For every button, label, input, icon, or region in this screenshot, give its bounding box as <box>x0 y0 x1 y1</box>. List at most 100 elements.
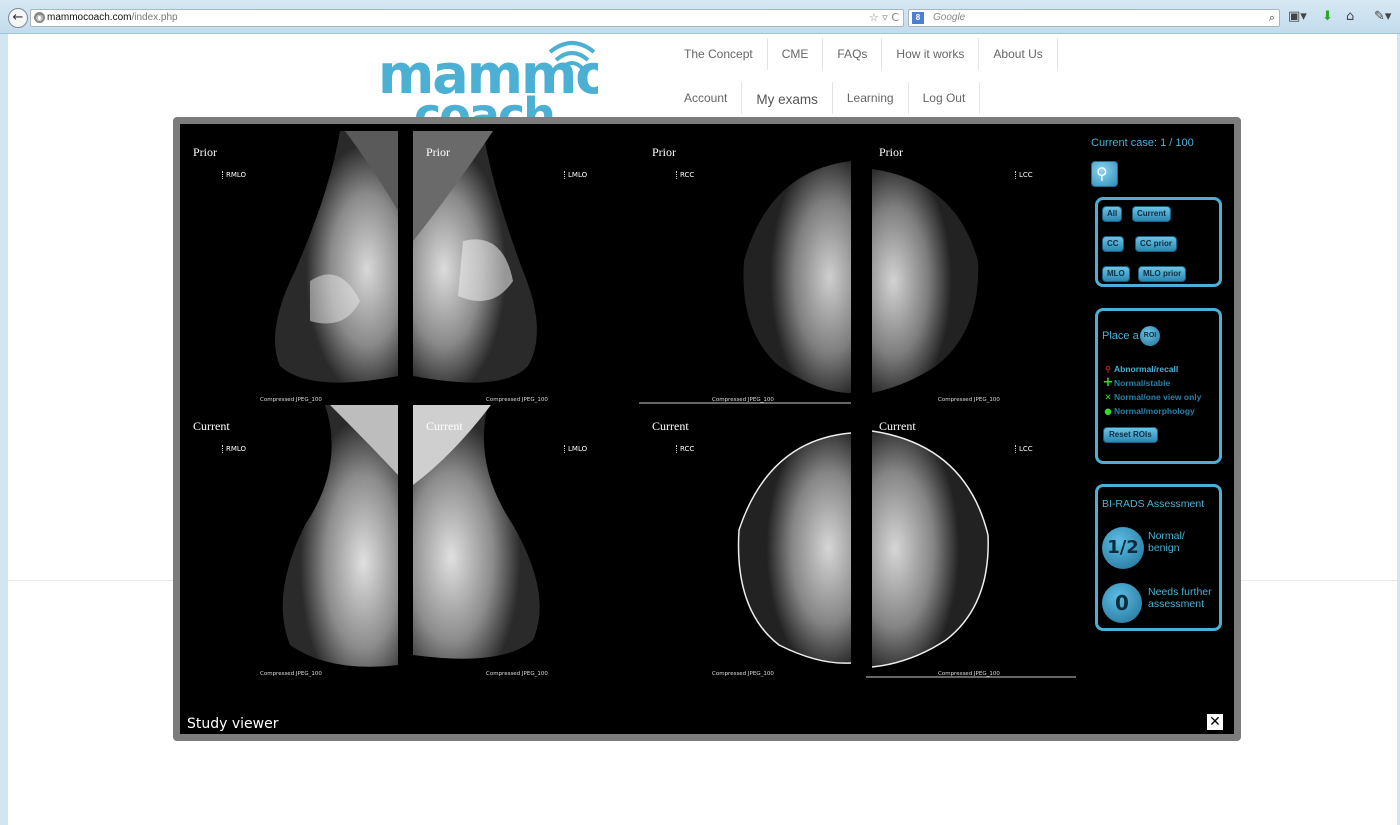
panel-label: Prior <box>426 145 450 159</box>
compression-label: Compressed JPEG_100 <box>938 397 1000 403</box>
breast-image-prior-lmlo <box>413 131 537 383</box>
birads-normal-button[interactable]: 1/2 <box>1102 527 1144 569</box>
panel-edge <box>398 405 407 679</box>
back-arrow-icon[interactable]: ← <box>8 8 28 28</box>
view-tag: LCC <box>1015 445 1033 453</box>
view-tag: RMLO <box>222 171 246 179</box>
layout-current-button[interactable]: Current <box>1132 206 1171 222</box>
search-engine-icon[interactable]: 8 <box>912 12 924 24</box>
mammogram-current-lcc[interactable]: Current LCC Compressed JPEG_100 <box>866 405 1093 679</box>
main-nav: The Concept CME FAQs How it works About … <box>670 38 1058 70</box>
bookmarks-menu-icon[interactable]: ▣▾ <box>1288 9 1307 25</box>
nav-my-exams[interactable]: My exams <box>742 82 833 114</box>
panel-edge <box>851 405 866 679</box>
breast-image-current-lmlo <box>413 405 540 659</box>
panel-edge <box>851 131 866 405</box>
mammogram-prior-rmlo[interactable]: Prior RMLO Compressed JPEG_100 <box>180 131 407 405</box>
url-host: mammocoach.com <box>47 12 132 23</box>
download-icon[interactable]: ⬇ <box>1322 9 1333 25</box>
compression-label: Compressed JPEG_100 <box>486 671 548 677</box>
compression-label: Compressed JPEG_100 <box>260 397 322 403</box>
bookmark-star-icon[interactable]: ☆ ▿ C <box>869 10 899 26</box>
breast-image-current-rmlo <box>282 405 398 667</box>
study-viewer-modal: Prior RMLO Compressed JPEG_100 Prior LML… <box>173 117 1241 741</box>
search-icon[interactable]: ⌕ <box>1269 10 1275 26</box>
study-viewer-title: Study viewer <box>187 716 279 732</box>
compression-label: Compressed JPEG_100 <box>712 397 774 403</box>
layout-controls: All Current CC CC prior MLO MLO prior <box>1095 197 1222 287</box>
roi-legend-one-view[interactable]: ✕ Normal/one view only <box>1102 391 1201 404</box>
place-roi-text: Place a <box>1102 330 1139 342</box>
view-tag: RCC <box>676 171 694 179</box>
plus-marker-icon: + <box>1102 375 1114 390</box>
cross-marker-icon: ✕ <box>1104 393 1112 403</box>
breast-image-prior-lcc <box>872 169 979 393</box>
birads-assessment: BI-RADS Assessment 1/2 Normal/ benign 0 … <box>1095 484 1222 631</box>
layout-mlo-button[interactable]: MLO <box>1102 266 1130 282</box>
mammogram-prior-lcc[interactable]: Prior LCC Compressed JPEG_100 <box>866 131 1093 405</box>
breast-image-current-lcc <box>866 430 1076 678</box>
birads-title: BI-RADS Assessment <box>1102 498 1205 510</box>
birads-further-label: Needs further assessment <box>1148 586 1212 610</box>
reset-rois-button[interactable]: Reset ROIs <box>1103 427 1158 443</box>
compression-label: Compressed JPEG_100 <box>486 397 548 403</box>
roi-legend-normal-stable[interactable]: +Normal/stable <box>1102 375 1171 390</box>
nav-learning[interactable]: Learning <box>833 82 909 114</box>
nav-account[interactable]: Account <box>670 82 743 114</box>
url-path: /index.php <box>131 12 178 23</box>
site-logo[interactable]: mammo coach <box>378 40 598 125</box>
layout-mlo-prior-button[interactable]: MLO prior <box>1138 266 1187 282</box>
legend-label: Normal/one view only <box>1114 392 1202 402</box>
dot-marker-icon: ● <box>1104 407 1112 417</box>
layout-all-button[interactable]: All <box>1102 206 1123 222</box>
birads-further-button[interactable]: 0 <box>1102 583 1142 623</box>
nav-about-us[interactable]: About Us <box>979 38 1058 70</box>
roi-button[interactable]: ROI <box>1140 326 1160 346</box>
roi-legend-abnormal[interactable]: ⚲ Abnormal/recall <box>1102 363 1178 376</box>
panel-label: Prior <box>652 145 676 159</box>
search-placeholder: Google <box>933 12 966 23</box>
mammogram-current-rcc[interactable]: Current RCC Compressed JPEG_100 <box>639 405 866 679</box>
panel-label: Current <box>193 419 230 433</box>
nav-cme[interactable]: CME <box>768 38 824 70</box>
nav-the-concept[interactable]: The Concept <box>670 38 768 70</box>
panel-edge <box>398 131 407 405</box>
panel-label: Current <box>426 419 463 433</box>
address-bar[interactable]: ◉ mammocoach.com/index.php ☆ ▿ C <box>30 9 904 27</box>
layout-cc-button[interactable]: CC <box>1102 236 1124 252</box>
view-tag: LMLO <box>564 445 587 453</box>
roi-legend-morphology[interactable]: ● Normal/morphology <box>1102 405 1195 418</box>
mammogram-prior-rcc[interactable]: Prior RCC Compressed JPEG_100 <box>639 131 866 405</box>
birads-normal-label: Normal/ benign <box>1148 530 1185 554</box>
view-tag: LCC <box>1015 171 1033 179</box>
magnifier-button[interactable]: ⚲ <box>1091 161 1118 187</box>
breast-image-prior-rmlo <box>275 131 398 383</box>
breast-image-current-rcc <box>737 432 852 664</box>
legend-label: Normal/morphology <box>1114 406 1195 416</box>
search-input[interactable]: 8 Google ⌕ <box>908 9 1280 27</box>
roi-controls: Place a ROI ⚲ Abnormal/recall +Normal/sta… <box>1095 308 1222 464</box>
view-tag: RCC <box>676 445 694 453</box>
compression-label: Compressed JPEG_100 <box>938 671 1000 677</box>
panel-label: Current <box>652 419 689 433</box>
layout-cc-prior-button[interactable]: CC prior <box>1135 236 1177 252</box>
current-case-counter: Current case: 1 / 100 <box>1091 137 1194 149</box>
nav-log-out[interactable]: Log Out <box>909 82 981 114</box>
legend-label: Abnormal/recall <box>1114 364 1179 374</box>
panel-label: Prior <box>879 145 903 159</box>
mammogram-current-rmlo[interactable]: Current RMLO Compressed JPEG_100 <box>180 405 407 679</box>
globe-icon: ◉ <box>34 12 45 23</box>
view-tag: RMLO <box>222 445 246 453</box>
page-left-border <box>0 34 8 825</box>
close-icon[interactable]: ✕ <box>1207 714 1223 730</box>
home-icon[interactable]: ⌂ <box>1346 9 1354 25</box>
magnifier-icon: ⚲ <box>1096 164 1108 183</box>
nav-how-it-works[interactable]: How it works <box>882 38 980 70</box>
panel-label: Current <box>879 419 916 433</box>
mammogram-prior-lmlo[interactable]: Prior LMLO Compressed JPEG_100 <box>413 131 640 405</box>
nav-faqs[interactable]: FAQs <box>823 38 883 70</box>
browser-toolbar: ← ◉ mammocoach.com/index.php ☆ ▿ C 8 Goo… <box>0 0 1400 34</box>
compression-label: Compressed JPEG_100 <box>260 671 322 677</box>
addon-icon[interactable]: ✎▾ <box>1374 9 1391 25</box>
mammogram-current-lmlo[interactable]: Current LMLO Compressed JPEG_100 <box>413 405 640 679</box>
